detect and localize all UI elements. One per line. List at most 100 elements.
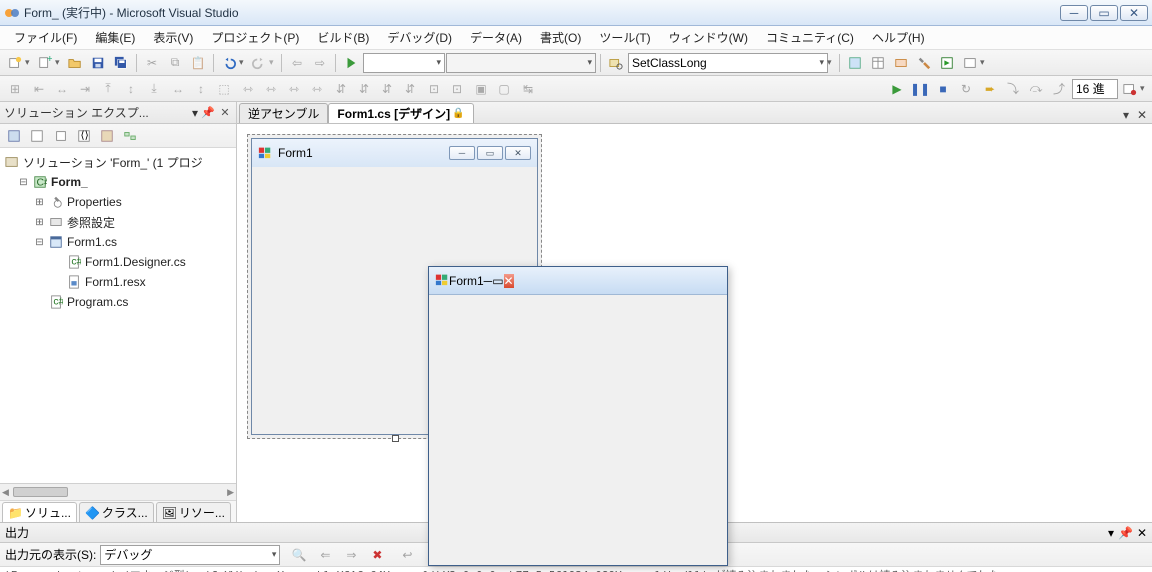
same-size-icon[interactable]: ⬚	[213, 78, 235, 100]
minimize-button[interactable]: ─	[1060, 5, 1088, 21]
send-back-icon[interactable]: ▢	[493, 78, 515, 100]
tree-solution[interactable]: ソリューション 'Form_' (1 プロジ	[0, 152, 236, 172]
show-next-icon[interactable]: ➨	[979, 78, 1001, 100]
align-center-icon[interactable]: ↔	[51, 78, 73, 100]
menu-data[interactable]: データ(A)	[462, 26, 530, 49]
tree-form1-cs[interactable]: ⊟Form1.cs	[0, 232, 236, 252]
tree-designer-cs[interactable]: c#Form1.Designer.cs	[0, 252, 236, 272]
same-height-icon[interactable]: ↕	[190, 78, 212, 100]
close-button[interactable]: ✕	[1120, 5, 1148, 21]
solution-explorer-icon[interactable]	[844, 52, 866, 74]
runtime-max-button[interactable]: ▭	[492, 274, 503, 288]
tab-resource[interactable]: 🖼リソー...	[156, 502, 231, 522]
dropdown-icon[interactable]: ▾	[1108, 526, 1114, 540]
word-wrap-icon[interactable]: ↩	[396, 544, 418, 566]
tree-resx[interactable]: Form1.resx	[0, 272, 236, 292]
tab-disassembly[interactable]: 逆アセンブル	[239, 103, 328, 123]
tree-hscroll[interactable]: ◀ ▶	[0, 483, 236, 500]
restart-icon[interactable]: ↻	[955, 78, 977, 100]
tree-project[interactable]: ⊟C#Form_	[0, 172, 236, 192]
save-all-icon[interactable]	[110, 52, 132, 74]
runtime-min-button[interactable]: ─	[484, 274, 493, 288]
tree-program-cs[interactable]: c#Program.cs	[0, 292, 236, 312]
align-right-icon[interactable]: ⇥	[74, 78, 96, 100]
tab-solution[interactable]: 📁ソリュ...	[2, 502, 77, 522]
menu-help[interactable]: ヘルプ(H)	[864, 26, 933, 49]
tree-references[interactable]: ⊞参照設定	[0, 212, 236, 232]
config-combo[interactable]: ▾	[363, 53, 445, 73]
tab-form-designer[interactable]: Form1.cs [デザイン]🔒	[328, 103, 473, 123]
runtime-close-button[interactable]: ✕	[504, 274, 514, 288]
menu-build[interactable]: ビルド(B)	[309, 26, 377, 49]
play-icon[interactable]: ▶	[886, 78, 908, 100]
properties-btn-icon[interactable]	[3, 125, 25, 147]
toolbox-icon[interactable]	[913, 52, 935, 74]
same-width-icon[interactable]: ↔	[167, 78, 189, 100]
goto-next-icon[interactable]: ⇒	[340, 544, 362, 566]
view-designer-icon[interactable]	[96, 125, 118, 147]
nav-fwd-icon[interactable]: ⇨	[309, 52, 331, 74]
menu-edit[interactable]: 編集(E)	[87, 26, 143, 49]
vspace-rem-icon[interactable]: ⇵	[399, 78, 421, 100]
object-browser-icon[interactable]	[890, 52, 912, 74]
bring-front-icon[interactable]: ▣	[470, 78, 492, 100]
step-over-icon[interactable]: ⤼	[1025, 78, 1047, 100]
resize-handle-s[interactable]	[392, 435, 399, 442]
start-debug-icon[interactable]	[340, 52, 362, 74]
cut-icon[interactable]: ✂	[141, 52, 163, 74]
pin-icon[interactable]: 📌	[1118, 526, 1133, 540]
add-item-icon[interactable]: +	[34, 52, 56, 74]
redo-icon[interactable]	[248, 52, 270, 74]
show-all-icon[interactable]	[26, 125, 48, 147]
menu-view[interactable]: 表示(V)	[145, 26, 201, 49]
align-grid-icon[interactable]: ⊞	[4, 78, 26, 100]
save-icon[interactable]	[87, 52, 109, 74]
tab-order-icon[interactable]: ↹	[517, 78, 539, 100]
menu-tools[interactable]: ツール(T)	[591, 26, 658, 49]
step-into-icon[interactable]: ⤵	[1002, 78, 1024, 100]
tab-class[interactable]: 🔷クラス...	[79, 502, 154, 522]
solution-tree[interactable]: ソリューション 'Form_' (1 プロジ ⊟C#Form_ ⊞Propert…	[0, 148, 236, 483]
breakpoints-icon[interactable]	[1119, 78, 1141, 100]
tree-properties[interactable]: ⊞Properties	[0, 192, 236, 212]
step-out-icon[interactable]: ⤴	[1048, 78, 1070, 100]
refresh-icon[interactable]	[50, 125, 72, 147]
runtime-form-window[interactable]: Form1 ─ ▭ ✕	[428, 266, 728, 566]
clear-all-icon[interactable]: ✖	[366, 544, 388, 566]
vspace-inc-icon[interactable]: ⇵	[353, 78, 375, 100]
output-text[interactable]: 'Form_vshost.exe' (マネージ型): 'C:¥Windows¥a…	[0, 567, 1152, 572]
menu-file[interactable]: ファイル(F)	[6, 26, 85, 49]
menu-format[interactable]: 書式(O)	[532, 26, 589, 49]
tab-dropdown-icon[interactable]: ▾	[1118, 107, 1134, 123]
goto-prev-icon[interactable]: ⇐	[314, 544, 336, 566]
hspace-equal-icon[interactable]: ⇿	[237, 78, 259, 100]
runtime-titlebar[interactable]: Form1 ─ ▭ ✕	[429, 267, 727, 295]
hex-combo[interactable]: 16 進	[1072, 79, 1118, 99]
vspace-dec-icon[interactable]: ⇵	[376, 78, 398, 100]
start-page-icon[interactable]	[936, 52, 958, 74]
nav-back-icon[interactable]: ⇦	[286, 52, 308, 74]
center-v-icon[interactable]: ⊡	[446, 78, 468, 100]
hspace-inc-icon[interactable]: ⇿	[260, 78, 282, 100]
maximize-button[interactable]: ▭	[1090, 5, 1118, 21]
menu-community[interactable]: コミュニティ(C)	[758, 26, 862, 49]
menu-project[interactable]: プロジェクト(P)	[203, 26, 307, 49]
center-h-icon[interactable]: ⊡	[423, 78, 445, 100]
tab-close-icon[interactable]: ✕	[1134, 107, 1150, 123]
open-icon[interactable]	[64, 52, 86, 74]
dropdown-icon[interactable]: ▾	[192, 106, 198, 120]
hspace-dec-icon[interactable]: ⇿	[283, 78, 305, 100]
view-diagram-icon[interactable]	[119, 125, 141, 147]
align-top-icon[interactable]: ⤒	[97, 78, 119, 100]
platform-combo[interactable]: ▾	[446, 53, 596, 73]
paste-icon[interactable]: 📋	[187, 52, 209, 74]
menu-window[interactable]: ウィンドウ(W)	[661, 26, 756, 49]
output-source-combo[interactable]: デバッグ▾	[100, 545, 280, 565]
align-left-icon[interactable]: ⇤	[28, 78, 50, 100]
menu-debug[interactable]: デバッグ(D)	[379, 26, 460, 49]
properties-icon[interactable]	[867, 52, 889, 74]
command-window-icon[interactable]	[959, 52, 981, 74]
panel-close-icon[interactable]: ✕	[218, 106, 232, 120]
new-project-icon[interactable]	[4, 52, 26, 74]
find-symbol-icon[interactable]	[605, 52, 627, 74]
